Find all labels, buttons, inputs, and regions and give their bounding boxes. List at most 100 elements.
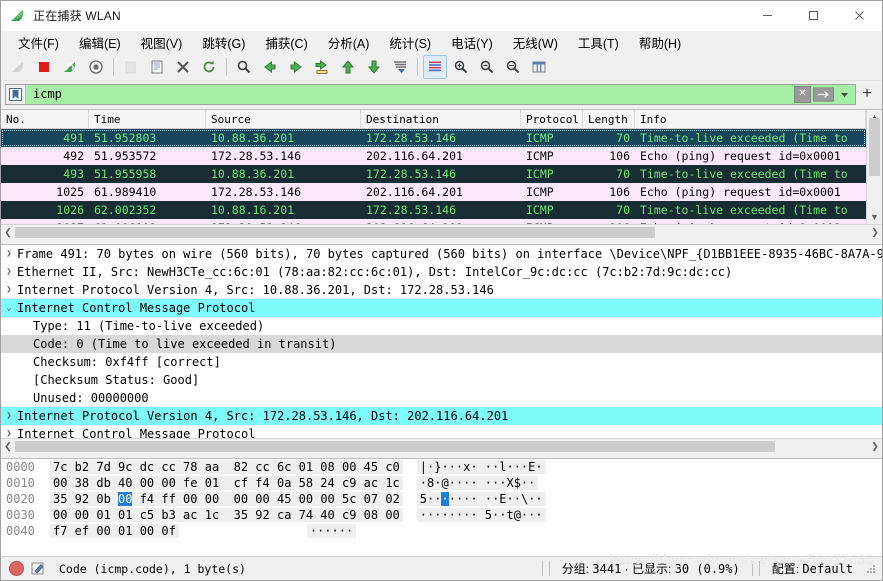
packet-list-vertical-scrollbar[interactable]: ▲ ▼: [866, 110, 882, 224]
menu-go[interactable]: 跳转(G): [192, 31, 255, 55]
menu-capture[interactable]: 捕获(C): [255, 31, 317, 55]
hex-ascii: |·}···x· ··l···E·: [416, 460, 546, 474]
chevron-right-icon[interactable]: ❯: [1, 285, 17, 295]
hex-row[interactable]: 0040 f7 ef 00 01 00 0f ······: [1, 523, 882, 539]
column-header-time[interactable]: Time: [89, 110, 206, 128]
go-to-packet-icon[interactable]: [310, 55, 334, 79]
chevron-right-icon[interactable]: ❯: [1, 411, 17, 421]
clear-filter-icon[interactable]: ✕: [792, 84, 813, 104]
scroll-right-icon[interactable]: ❯: [868, 227, 882, 238]
hex-bytes-pre: 35 92 0b: [53, 492, 119, 506]
tree-item-icmp-inner[interactable]: ❯ Internet Control Message Protocol: [1, 425, 882, 438]
packet-list-horizontal-scrollbar[interactable]: ❮ ❯: [1, 224, 882, 240]
reload-file-icon[interactable]: [197, 55, 221, 79]
scroll-down-icon[interactable]: ▼: [867, 210, 882, 224]
hex-byte-selected[interactable]: 00: [118, 492, 133, 506]
resize-grip-icon[interactable]: [865, 563, 876, 574]
scroll-left-icon[interactable]: ❮: [1, 227, 15, 238]
menu-file[interactable]: 文件(F): [8, 31, 69, 55]
scroll-right-icon[interactable]: ❯: [868, 441, 882, 452]
cell-time: 61.989410: [94, 185, 157, 199]
chevron-down-icon[interactable]: ⌄: [1, 303, 17, 313]
hex-ascii-selected[interactable]: ·: [441, 492, 449, 506]
table-row[interactable]: 491 51.952803 10.88.36.201 172.28.53.146…: [1, 129, 866, 147]
capture-comment-icon[interactable]: [31, 561, 46, 576]
menu-wireless[interactable]: 无线(W): [503, 31, 568, 55]
packet-bytes-pane[interactable]: 0000 7c b2 7d 9c dc cc 78 aa 82 cc 6c 01…: [1, 458, 882, 556]
tree-item-ipv4-inner[interactable]: ❯ Internet Protocol Version 4, Src: 172.…: [1, 407, 882, 425]
colorize-packets-icon[interactable]: [423, 55, 447, 79]
menu-tools[interactable]: 工具(T): [568, 31, 629, 55]
status-profile[interactable]: 配置: Default: [763, 560, 862, 577]
menu-telephony[interactable]: 电话(Y): [441, 31, 503, 55]
hex-row[interactable]: 0030 00 00 01 01 c5 b3 ac 1c 35 92 ca 74…: [1, 507, 882, 523]
add-filter-button-icon[interactable]: +: [856, 85, 878, 103]
close-button[interactable]: [836, 1, 882, 30]
go-to-last-icon[interactable]: [362, 55, 386, 79]
start-capture-icon[interactable]: [6, 55, 30, 79]
hex-row[interactable]: 0000 7c b2 7d 9c dc cc 78 aa 82 cc 6c 01…: [1, 459, 882, 475]
filter-bookmark-icon[interactable]: [6, 84, 26, 104]
minimize-button[interactable]: [744, 1, 790, 30]
tree-item-icmp-unused[interactable]: Unused: 00000000: [1, 389, 882, 407]
apply-filter-icon[interactable]: [813, 84, 834, 104]
tree-item-frame[interactable]: ❯ Frame 491: 70 bytes on wire (560 bits)…: [1, 245, 882, 263]
chevron-down-icon[interactable]: [834, 84, 855, 104]
menu-analyze[interactable]: 分析(A): [318, 31, 380, 55]
expert-info-circle-icon[interactable]: [9, 561, 24, 576]
menu-statistics[interactable]: 统计(S): [379, 31, 441, 55]
column-header-destination[interactable]: Destination: [361, 110, 521, 128]
zoom-out-icon[interactable]: [475, 55, 499, 79]
table-row[interactable]: 1025 61.989410 172.28.53.146 202.116.64.…: [1, 183, 866, 201]
hex-row[interactable]: 0010 00 38 db 40 00 00 fe 01 cf f4 0a 58…: [1, 475, 882, 491]
table-row[interactable]: 1026 62.002352 10.88.16.201 172.28.53.14…: [1, 201, 866, 219]
column-header-info[interactable]: Info: [635, 110, 866, 128]
scrollbar-thumb[interactable]: [15, 441, 775, 452]
tree-item-icmp-checksum[interactable]: Checksum: 0xf4ff [correct]: [1, 353, 882, 371]
tree-item-icmp-type[interactable]: Type: 11 (Time-to-live exceeded): [1, 317, 882, 335]
table-row[interactable]: 492 51.953572 172.28.53.146 202.116.64.2…: [1, 147, 866, 165]
scroll-left-icon[interactable]: ❮: [1, 441, 15, 452]
go-back-icon[interactable]: [258, 55, 282, 79]
column-header-protocol[interactable]: Protocol: [521, 110, 583, 128]
column-header-no[interactable]: No.: [1, 110, 89, 128]
packet-details-tree[interactable]: ❯ Frame 491: 70 bytes on wire (560 bits)…: [1, 245, 882, 438]
menu-view[interactable]: 视图(V): [131, 31, 193, 55]
hex-offset: 0030: [6, 508, 35, 522]
packet-details-horizontal-scrollbar[interactable]: ❮ ❯: [1, 438, 882, 454]
zoom-in-icon[interactable]: [449, 55, 473, 79]
column-header-length[interactable]: Length: [583, 110, 635, 128]
open-file-icon[interactable]: [119, 55, 143, 79]
display-filter-input[interactable]: icmp: [26, 84, 792, 104]
column-header-source[interactable]: Source: [206, 110, 361, 128]
auto-scroll-icon[interactable]: [388, 55, 412, 79]
chevron-right-icon[interactable]: ❯: [1, 267, 17, 277]
tree-item-icmp-outer[interactable]: ⌄ Internet Control Message Protocol: [1, 299, 882, 317]
close-file-icon[interactable]: [171, 55, 195, 79]
restart-capture-icon[interactable]: [58, 55, 82, 79]
chevron-right-icon[interactable]: ❯: [1, 429, 17, 438]
go-to-first-icon[interactable]: [336, 55, 360, 79]
status-bar: https://blog.csdn.net/weixin_456077635 C…: [1, 551, 882, 580]
cell-no: 493: [63, 167, 84, 181]
scrollbar-thumb[interactable]: [15, 227, 655, 238]
cell-length: 106: [609, 149, 630, 163]
menu-help[interactable]: 帮助(H): [629, 31, 691, 55]
scrollbar-thumb[interactable]: [869, 118, 880, 176]
maximize-button[interactable]: [790, 1, 836, 30]
resize-columns-icon[interactable]: [527, 55, 551, 79]
tree-item-icmp-code[interactable]: Code: 0 (Time to live exceeded in transi…: [1, 335, 882, 353]
tree-item-ipv4-outer[interactable]: ❯ Internet Protocol Version 4, Src: 10.8…: [1, 281, 882, 299]
save-file-icon[interactable]: [145, 55, 169, 79]
go-forward-icon[interactable]: [284, 55, 308, 79]
tree-item-icmp-checksum-status[interactable]: [Checksum Status: Good]: [1, 371, 882, 389]
stop-capture-icon[interactable]: [32, 55, 56, 79]
zoom-reset-icon[interactable]: [501, 55, 525, 79]
hex-row-selected[interactable]: 0020 35 92 0b 00 f4 ff 00 00 00 00 45 00…: [1, 491, 882, 507]
menu-edit[interactable]: 编辑(E): [69, 31, 131, 55]
tree-item-ethernet[interactable]: ❯ Ethernet II, Src: NewH3CTe_cc:6c:01 (7…: [1, 263, 882, 281]
chevron-right-icon[interactable]: ❯: [1, 249, 17, 259]
find-packet-icon[interactable]: [232, 55, 256, 79]
capture-options-icon[interactable]: [84, 55, 108, 79]
table-row[interactable]: 493 51.955958 10.88.36.201 172.28.53.146…: [1, 165, 866, 183]
